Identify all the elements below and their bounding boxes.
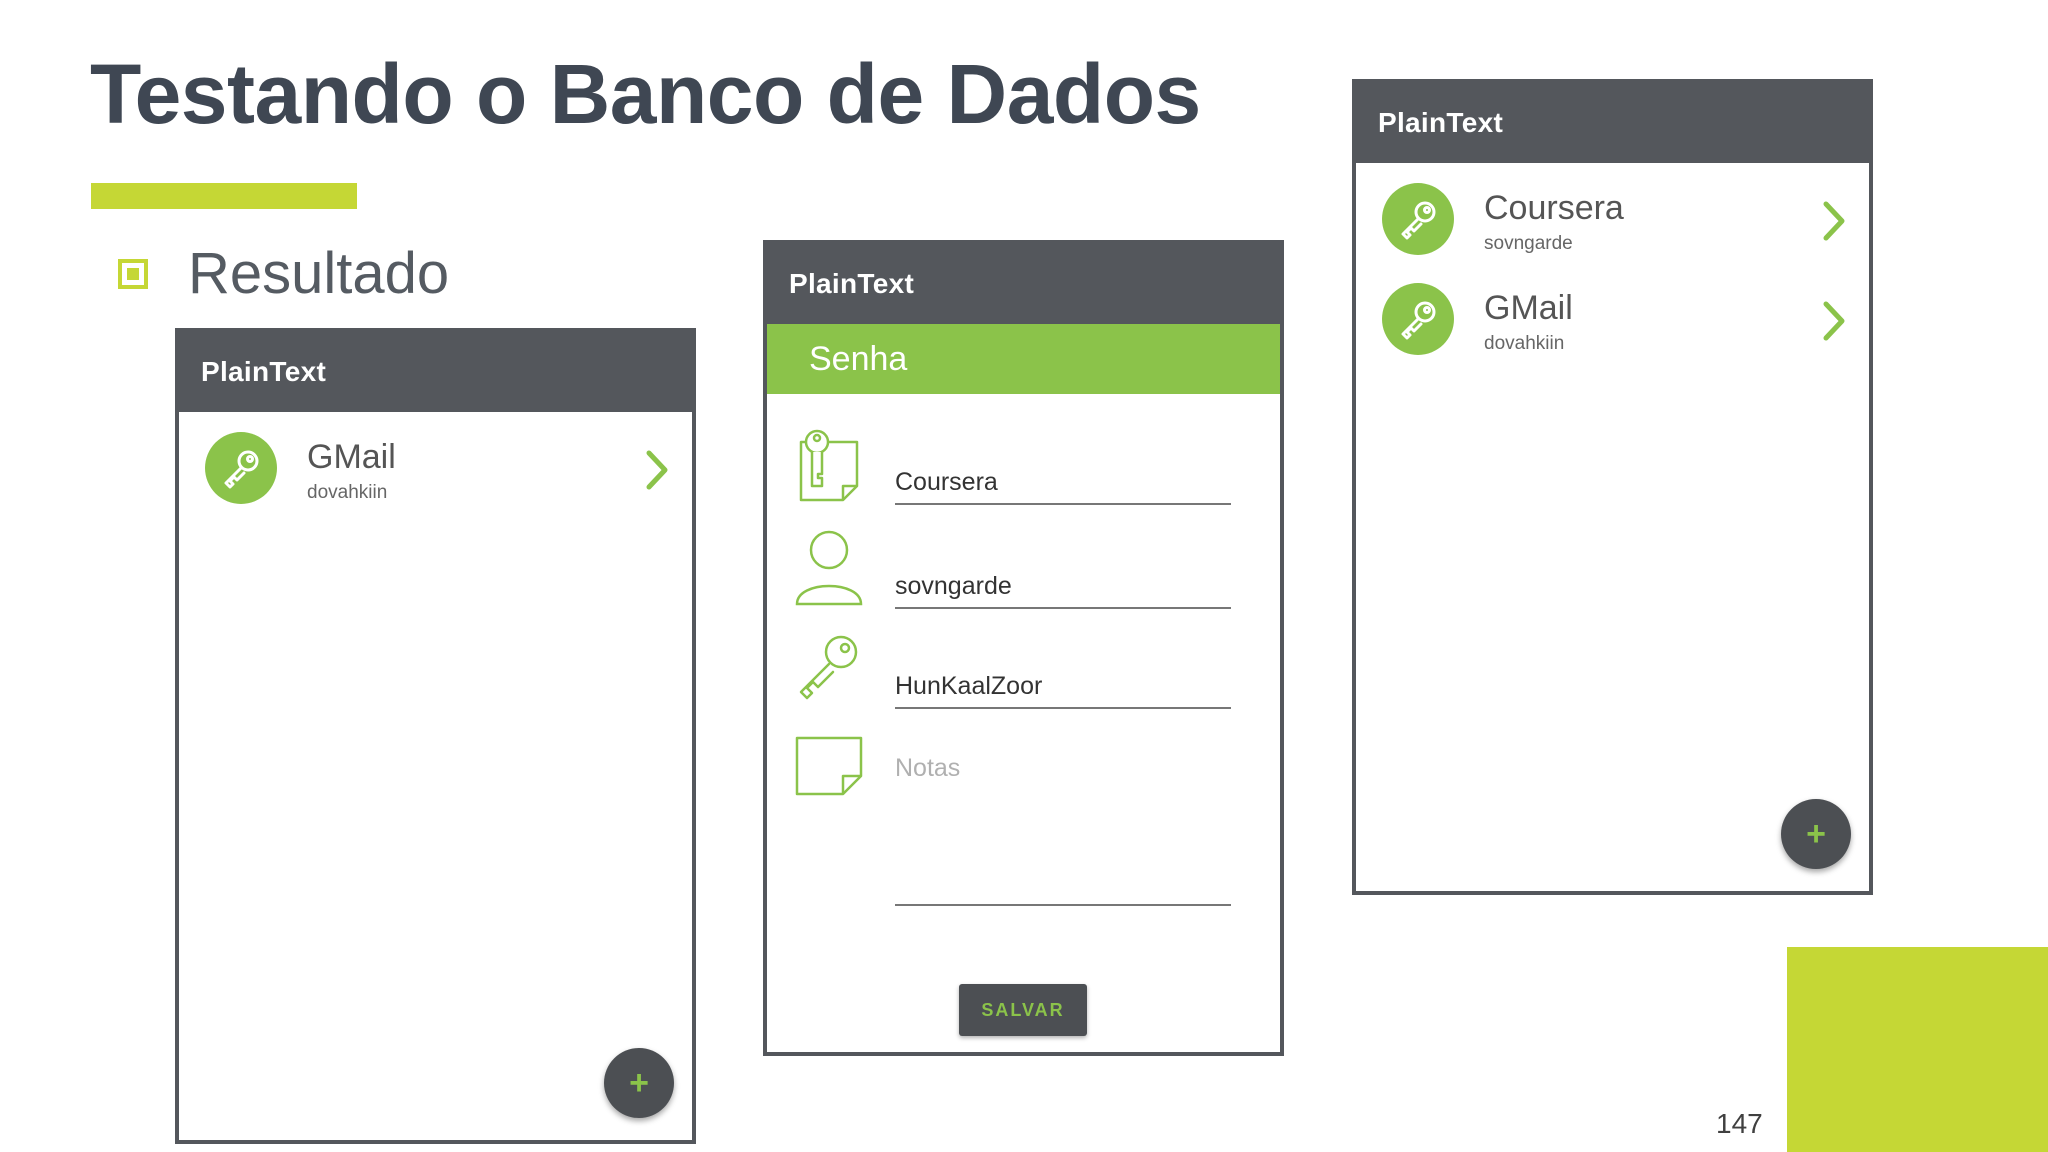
item-title: GMail [1484,289,1573,327]
corner-accent-block [1787,947,2048,1152]
slide-title: Testando o Banco de Dados [90,47,1201,141]
list-item[interactable]: GMail dovahkiin [179,420,692,520]
add-fab-button[interactable]: + [604,1048,674,1118]
list-item[interactable]: GMail dovahkiin [1356,271,1869,371]
site-field[interactable]: Coursera [895,468,1231,505]
password-field[interactable]: HunKaalZoor [895,672,1231,709]
section-title: Senha [809,339,908,378]
bullet-item: Resultado [118,240,449,307]
person-icon [793,528,865,613]
add-fab-button[interactable]: + [1781,799,1851,869]
item-subtitle: sovngarde [1484,233,1573,254]
section-header: Senha [767,324,1280,394]
app-title: PlainText [789,268,915,299]
item-subtitle: dovahkiin [307,482,388,503]
notes-field[interactable]: Notas [895,754,1231,906]
note-icon [793,734,865,803]
phone-screen-list-double: PlainText Coursera sovngarde GMail dovah… [1352,79,1873,895]
key-icon [205,432,277,504]
site-key-card-icon [793,428,865,513]
app-title: PlainText [1378,107,1504,138]
app-bar: PlainText [179,332,692,412]
list-item[interactable]: Coursera sovngarde [1356,171,1869,271]
bullet-text: Resultado [188,241,450,306]
phone-screen-list-single: PlainText GMail dovahkiin + [175,328,696,1144]
item-title: GMail [307,438,396,476]
user-field-value: sovngarde [895,572,1012,600]
phone-screen-form: PlainText Senha Coursera sovngarde HunKa… [763,240,1284,1056]
chevron-right-icon [644,448,670,497]
item-title: Coursera [1484,189,1624,227]
site-field-value: Coursera [895,468,998,496]
chevron-right-icon [1821,199,1847,248]
key-icon [1382,283,1454,355]
app-title: PlainText [201,356,327,387]
password-field-value: HunKaalZoor [895,672,1043,700]
page-number: 147 [1716,1108,1763,1139]
title-underline [91,183,357,209]
item-subtitle: dovahkiin [1484,333,1565,354]
save-button[interactable]: SALVAR [959,984,1087,1036]
user-field[interactable]: sovngarde [895,572,1231,609]
square-bullet-icon [118,258,148,289]
chevron-right-icon [1821,299,1847,348]
app-bar: PlainText [767,244,1280,324]
key-icon [1382,183,1454,255]
notes-placeholder: Notas [895,754,961,782]
key-icon [793,630,865,715]
app-bar: PlainText [1356,83,1869,163]
